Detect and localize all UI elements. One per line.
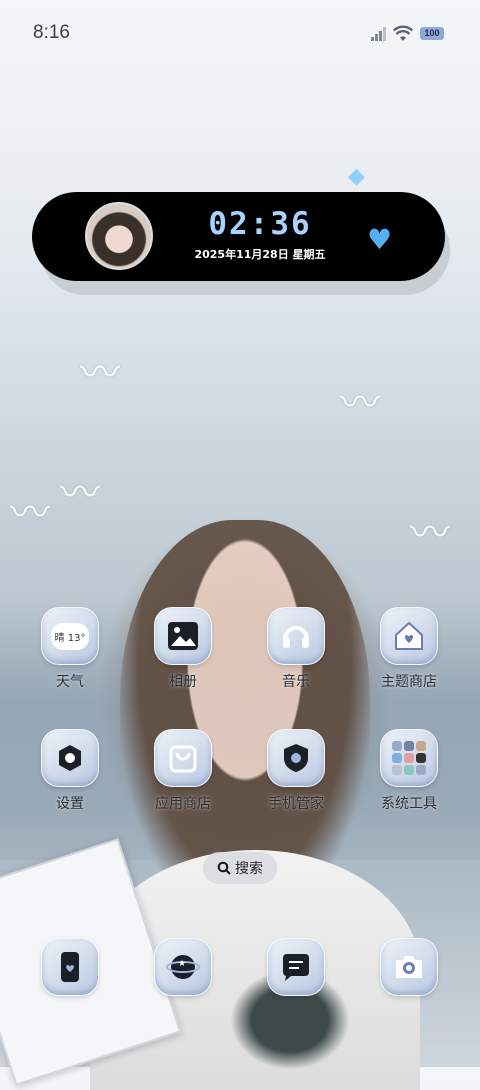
gallery-icon (154, 607, 212, 665)
wifi-icon (393, 25, 413, 41)
app-system-tools[interactable]: 系统工具 (364, 729, 454, 813)
widget-avatar (85, 202, 153, 270)
app-label: 主题商店 (381, 674, 437, 690)
weather-icon-text: 晴 13° (50, 622, 90, 650)
app-theme-store[interactable]: 主题商店 (364, 607, 454, 691)
app-label: 系统工具 (381, 796, 437, 812)
camera-icon (380, 938, 438, 996)
battery-indicator: 100 (420, 27, 444, 40)
seagull-decoration: 〰 (10, 490, 50, 536)
browser-icon: ★ (154, 938, 212, 996)
seagull-decoration: 〰 (80, 350, 120, 396)
seagull-decoration: 〰 (410, 510, 450, 556)
app-label: 应用商店 (155, 796, 211, 812)
app-weather[interactable]: 晴 13° 天气 (25, 607, 115, 691)
app-settings[interactable]: 设置 (25, 729, 115, 813)
dock-phone[interactable] (25, 938, 115, 996)
system-tools-icon (380, 729, 438, 787)
theme-store-icon (380, 607, 438, 665)
phone-manager-icon (267, 729, 325, 787)
search-button[interactable]: 搜索 (203, 852, 277, 884)
headphones-icon (267, 607, 325, 665)
seagull-decoration: 〰 (340, 380, 380, 426)
seagull-decoration: 〰 (60, 470, 100, 516)
app-phone-manager[interactable]: 手机管家 (251, 729, 341, 813)
settings-icon (41, 729, 99, 787)
app-label: 相册 (169, 674, 197, 690)
status-bar: 8:16 100 (0, 0, 480, 60)
app-label: 天气 (56, 674, 84, 690)
search-label: 搜索 (235, 861, 263, 877)
app-store-icon (154, 729, 212, 787)
app-label: 音乐 (282, 674, 310, 690)
app-music[interactable]: 音乐 (251, 607, 341, 691)
app-label: 设置 (56, 796, 84, 812)
phone-icon (41, 938, 99, 996)
weather-icon: 晴 13° (41, 607, 99, 665)
heart-icon: ♥ (367, 223, 393, 256)
diamond-icon: ◆ (348, 164, 365, 189)
dock-browser[interactable]: ★ (138, 938, 228, 996)
app-gallery[interactable]: 相册 (138, 607, 228, 691)
search-icon (217, 861, 231, 875)
messages-icon (267, 938, 325, 996)
dock-camera[interactable] (364, 938, 454, 996)
svg-text:★: ★ (178, 959, 186, 969)
app-app-store[interactable]: 应用商店 (138, 729, 228, 813)
widget-time: 02:36 (208, 206, 312, 242)
status-time: 8:16 (33, 22, 70, 43)
cellular-signal-icon (371, 27, 386, 41)
dock-messages[interactable] (251, 938, 341, 996)
widget-date: 2025年11月28日 星期五 (194, 248, 326, 261)
app-label: 手机管家 (268, 796, 324, 812)
